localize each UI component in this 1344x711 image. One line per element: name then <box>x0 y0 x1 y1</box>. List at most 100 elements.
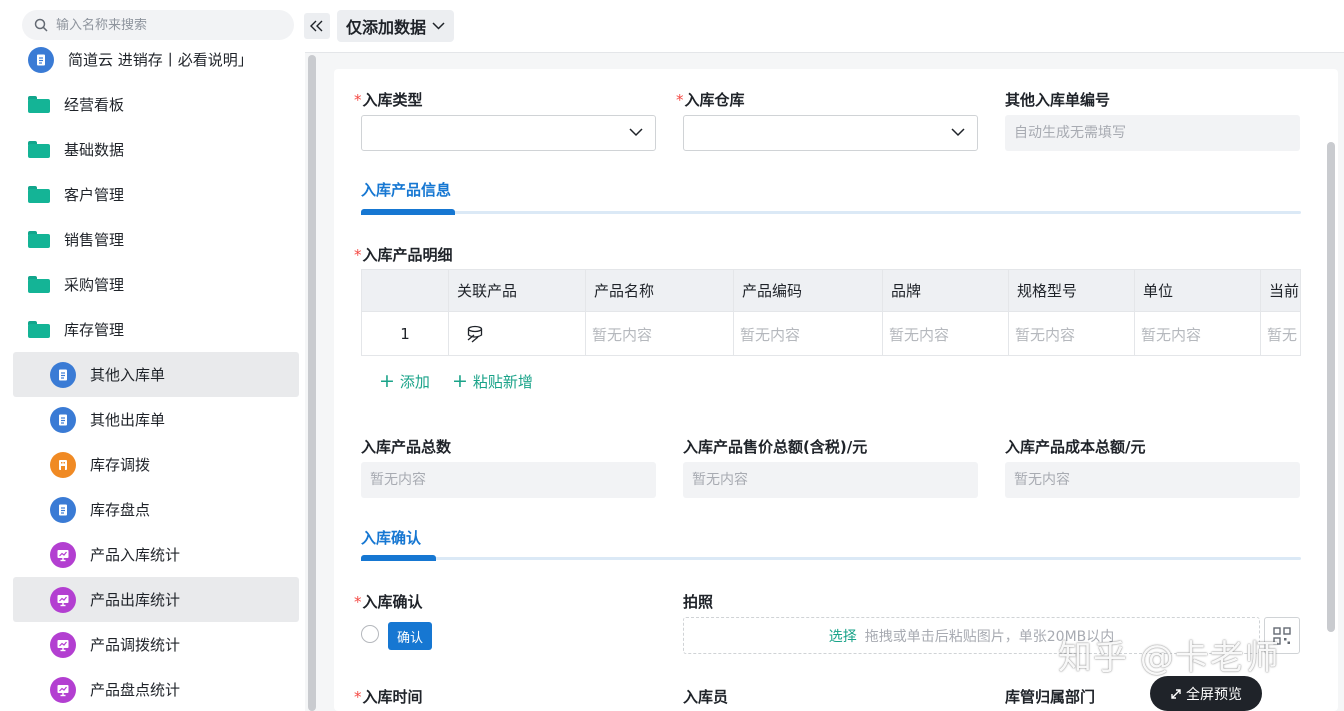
chevron-down-icon <box>629 128 643 137</box>
sidebar-item-label: 库存管理 <box>64 321 125 339</box>
warehouse-select[interactable] <box>683 115 978 151</box>
sidebar-scrollbar-thumb[interactable] <box>308 55 316 711</box>
folder-icon <box>28 186 50 203</box>
table-cell: 暂无内容 <box>734 312 883 355</box>
upload-select-link[interactable]: 选择 <box>829 626 857 646</box>
chart-screen-icon <box>50 541 76 568</box>
table-cell: 暂无内容 <box>1135 312 1261 355</box>
search-input[interactable] <box>56 17 276 33</box>
table-cell: 暂无内容 <box>586 312 734 355</box>
section-product-title: 入库产品信息 <box>361 181 452 199</box>
warehouse-label-text: 入库仓库 <box>684 91 745 109</box>
sidebar-item-label: 销售管理 <box>64 231 125 249</box>
link-product-icon[interactable] <box>465 324 485 344</box>
chart-screen-icon <box>50 631 76 658</box>
sidebar-item[interactable]: 客户管理 <box>0 172 305 217</box>
sidebar-item[interactable]: 产品盘点统计 <box>0 667 305 711</box>
paste-add-button[interactable]: + 粘贴新增 <box>452 371 533 392</box>
total-price-field: 暂无内容 <box>683 462 978 498</box>
fullscreen-label: 全屏预览 <box>1186 686 1242 703</box>
type-select[interactable] <box>361 115 656 151</box>
plus-icon: + <box>452 370 468 392</box>
folder-icon <box>28 276 50 293</box>
photo-label: 拍照 <box>683 593 714 611</box>
sidebar-item[interactable]: 库存调拨 <box>0 442 305 487</box>
sidebar-item-label: 客户管理 <box>64 186 125 204</box>
double-chevron-left-icon <box>310 20 323 32</box>
time-label-text: 入库时间 <box>362 688 423 706</box>
sidebar-item-label: 产品入库统计 <box>90 546 181 564</box>
confirm-radio[interactable] <box>361 625 379 643</box>
table-row: 1 暂无内容 暂无内容 暂无内容 暂无内容 暂无内容 暂无 <box>362 311 1300 355</box>
mode-select-label: 仅添加数据 <box>346 18 427 37</box>
folder-open-icon <box>28 321 50 338</box>
table-header-cell: 当前 <box>1261 270 1300 311</box>
sidebar-item[interactable]: 库存盘点 <box>0 487 305 532</box>
sidebar-nav: 简道云 进销存丨必看说明」经营看板基础数据客户管理销售管理采购管理库存管理其他入… <box>0 37 305 711</box>
section-product-divider <box>361 209 1301 215</box>
staff-label: 入库员 <box>683 688 729 706</box>
sidebar-scrollbar[interactable] <box>306 55 318 711</box>
sidebar-item-label: 简道云 进销存丨必看说明」 <box>68 51 253 69</box>
sidebar-item-label: 库存调拨 <box>90 456 151 474</box>
confirm-label-text: 入库确认 <box>362 593 423 611</box>
required-mark: * <box>354 688 362 706</box>
add-row-label: 添加 <box>399 373 430 391</box>
search-box[interactable] <box>22 10 294 40</box>
sidebar-item-label: 产品盘点统计 <box>90 681 181 699</box>
watermark: 知乎 @卡老师 <box>1058 638 1280 678</box>
product-detail-table: 关联产品 产品名称 产品编码 品牌 规格型号 单位 当前 1 暂无内容 暂无内容… <box>361 269 1301 356</box>
document-icon <box>50 496 76 523</box>
link-product-cell[interactable] <box>449 312 586 355</box>
sidebar-item[interactable]: 产品调拨统计 <box>0 622 305 667</box>
add-row-button[interactable]: + 添加 <box>379 371 430 392</box>
sidebar-item[interactable]: 基础数据 <box>0 127 305 172</box>
building-icon <box>50 451 76 478</box>
chevron-down-icon <box>432 22 445 30</box>
other-no-field: 自动生成无需填写 <box>1005 115 1300 151</box>
mode-select[interactable]: 仅添加数据 <box>337 10 454 42</box>
sidebar-item[interactable]: 销售管理 <box>0 217 305 262</box>
detail-label-text: 入库产品明细 <box>362 246 453 264</box>
sidebar-item[interactable]: 采购管理 <box>0 262 305 307</box>
table-cell: 暂无 <box>1261 312 1300 355</box>
total-qty-field: 暂无内容 <box>361 462 656 498</box>
table-header-cell: 单位 <box>1135 270 1261 311</box>
sidebar-item[interactable]: 简道云 进销存丨必看说明」 <box>0 37 305 82</box>
fullscreen-preview-button[interactable]: 全屏预览 <box>1150 676 1262 711</box>
required-mark: * <box>676 91 684 109</box>
expand-icon <box>1171 688 1181 699</box>
table-header-cell: 产品编码 <box>734 270 883 311</box>
sidebar-item[interactable]: 其他出库单 <box>0 397 305 442</box>
folder-icon <box>28 231 50 248</box>
sidebar-item[interactable]: 经营看板 <box>0 82 305 127</box>
total-qty-label: 入库产品总数 <box>361 438 452 456</box>
total-cost-field: 暂无内容 <box>1005 462 1300 498</box>
required-mark: * <box>354 593 362 611</box>
folder-icon <box>28 141 50 158</box>
table-cell: 暂无内容 <box>1009 312 1135 355</box>
table-header-index <box>362 270 449 311</box>
type-label-text: 入库类型 <box>362 91 423 109</box>
total-cost-label: 入库产品成本总额/元 <box>1005 438 1146 456</box>
confirm-option-tag[interactable]: 确认 <box>388 622 432 650</box>
paste-add-label: 粘贴新增 <box>472 373 533 391</box>
required-mark: * <box>354 91 362 109</box>
collapse-sidebar-button[interactable] <box>304 13 330 39</box>
sidebar-item-label: 产品出库统计 <box>90 591 181 609</box>
chart-screen-icon <box>50 676 76 703</box>
other-no-label: 其他入库单编号 <box>1005 91 1111 109</box>
document-icon <box>50 361 76 388</box>
sidebar-item[interactable]: 产品出库统计 <box>13 577 299 622</box>
sidebar-item[interactable]: 库存管理 <box>0 307 305 352</box>
section-confirm-divider <box>361 555 1301 561</box>
chevron-down-icon <box>951 128 965 137</box>
sidebar-item[interactable]: 产品入库统计 <box>0 532 305 577</box>
section-confirm-title: 入库确认 <box>361 529 422 547</box>
sidebar-item-label: 基础数据 <box>64 141 125 159</box>
sidebar-item[interactable]: 其他入库单 <box>13 352 299 397</box>
table-header-cell: 规格型号 <box>1009 270 1135 311</box>
plus-icon: + <box>379 370 395 392</box>
form-scrollbar[interactable] <box>1327 142 1335 632</box>
confirm-label: *入库确认 <box>354 591 423 612</box>
